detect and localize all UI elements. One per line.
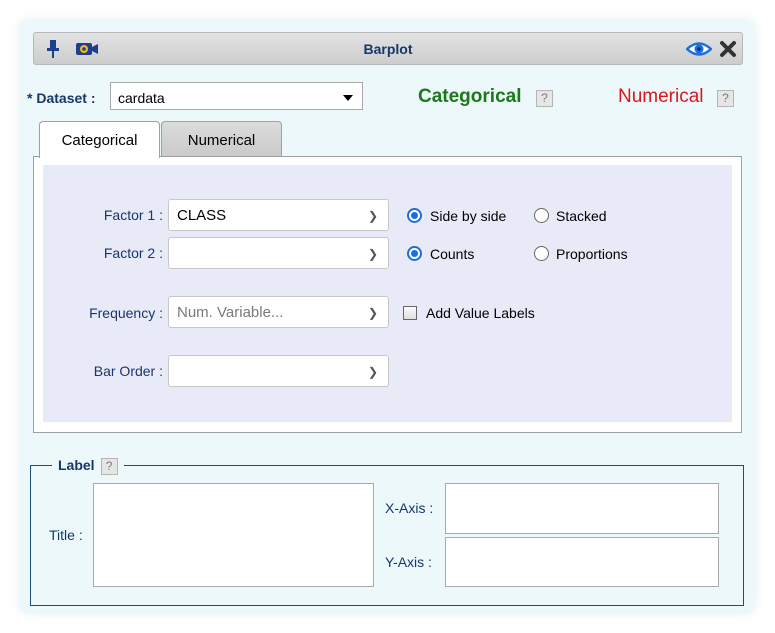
factor1-value: CLASS [177,207,227,224]
chevron-down-icon: ❯ [367,365,378,379]
factor1-label: Factor 1 : [103,207,163,223]
counts-radio[interactable] [407,246,422,261]
add-value-labels-checkbox[interactable] [403,306,417,320]
numerical-type-link[interactable]: Numerical [618,86,704,108]
x-axis-label: X-Axis : [385,500,434,516]
required-mark: * [27,90,33,106]
tab-numerical[interactable]: Numerical [161,121,282,157]
eye-icon[interactable] [685,41,713,60]
y-axis-input[interactable] [445,537,719,587]
chevron-down-icon: ❯ [367,209,378,223]
factor2-select[interactable]: ❯ [168,237,389,269]
proportions-label: Proportions [556,246,628,262]
dataset-label-text: Dataset : [36,90,96,106]
frequency-label: Frequency : [89,305,163,321]
stacked-radio[interactable] [534,208,549,223]
y-axis-label: Y-Axis : [385,554,432,570]
frequency-placeholder: Num. Variable... [177,304,284,321]
bar-order-label: Bar Order : [93,363,163,379]
categorical-type-link[interactable]: Categorical [418,86,521,108]
title-label: Title : [49,527,83,543]
close-icon[interactable] [719,40,737,61]
stacked-label: Stacked [556,208,607,224]
barplot-panel: Barplot * Dataset : cardata Categorical … [20,20,755,613]
x-axis-input[interactable] [445,483,719,534]
factor1-select[interactable]: CLASS ❯ [168,199,389,231]
dataset-value: cardata [118,90,165,106]
side-by-side-label: Side by side [430,208,507,224]
tab-categorical[interactable]: Categorical [39,121,160,158]
label-help-icon[interactable]: ? [100,457,118,475]
dataset-label: * Dataset : [27,90,95,106]
frequency-select[interactable]: Num. Variable... ❯ [168,296,389,328]
factor2-label: Factor 2 : [103,245,163,261]
categorical-options: Factor 1 : CLASS ❯ Factor 2 : ❯ Frequenc… [43,165,732,422]
title-bar: Barplot [33,32,743,65]
add-value-labels-label: Add Value Labels [426,305,535,321]
numerical-help-icon[interactable]: ? [717,90,734,107]
side-by-side-radio[interactable] [407,208,422,223]
chevron-down-icon: ❯ [367,247,378,261]
label-legend: Label? [52,457,124,475]
title-textarea[interactable] [93,483,374,587]
dataset-select[interactable]: cardata [110,82,363,110]
dropdown-arrow-icon [343,95,353,101]
chevron-down-icon: ❯ [367,306,378,320]
categorical-help-icon[interactable]: ? [536,90,553,107]
counts-label: Counts [430,246,475,262]
bar-order-select[interactable]: ❯ [168,355,389,387]
proportions-radio[interactable] [534,246,549,261]
window-title: Barplot [363,41,413,57]
tab-content: Factor 1 : CLASS ❯ Factor 2 : ❯ Frequenc… [33,156,742,433]
label-legend-text: Label [58,457,95,473]
